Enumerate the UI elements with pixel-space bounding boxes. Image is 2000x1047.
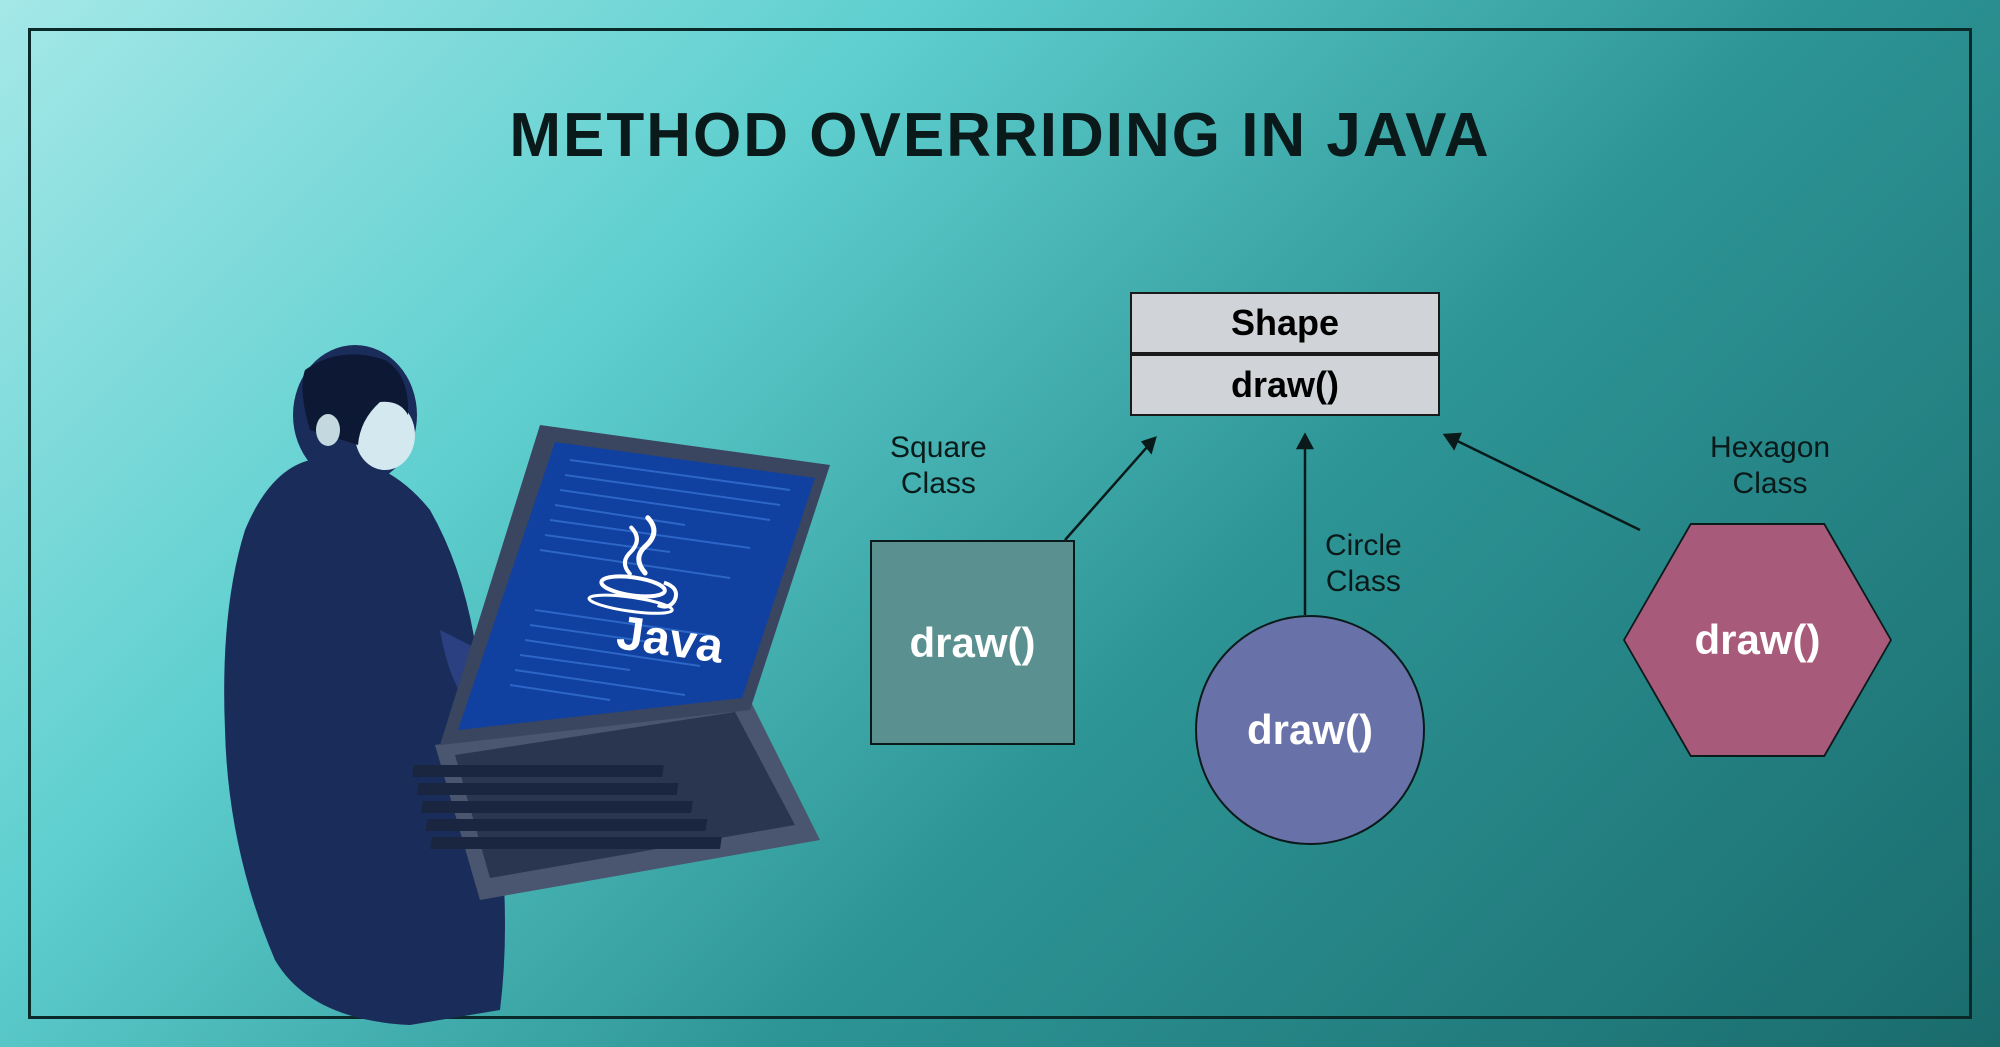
circle-to-parent-arrow: [1280, 420, 1330, 620]
square-to-parent-arrow: [1055, 420, 1175, 550]
circle-method-text: draw(): [1247, 706, 1373, 754]
person-with-laptop-illustration: Java: [130, 330, 830, 1030]
square-child-shape: draw(): [870, 540, 1075, 745]
hexagon-class-label: Hexagon Class: [1710, 430, 1830, 502]
square-class-label: Square Class: [890, 430, 987, 502]
square-method-text: draw(): [910, 619, 1036, 667]
diagram-title: METHOD OVERRIDING IN JAVA: [509, 100, 1490, 171]
hexagon-to-parent-arrow: [1430, 420, 1650, 550]
circle-child-shape: draw(): [1195, 615, 1425, 845]
parent-class-box: Shape draw(): [1130, 292, 1440, 416]
parent-method-name: draw(): [1130, 354, 1440, 416]
circle-class-label: Circle Class: [1325, 528, 1402, 600]
hexagon-method-text: draw(): [1695, 616, 1821, 664]
hexagon-child-shape: draw(): [1625, 525, 1890, 755]
parent-class-name: Shape: [1130, 292, 1440, 354]
